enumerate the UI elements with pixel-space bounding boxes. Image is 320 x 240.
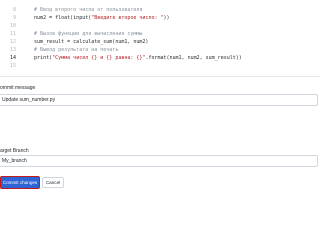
line-number: 11 <box>9 31 16 37</box>
line-number: 8 <box>12 7 16 13</box>
target-branch-label: arget Branch <box>0 148 29 154</box>
code-text: # Вызов функции для вычисления суммы <box>22 30 142 38</box>
code-token: sum_result = calculate_sum(num1, num2) <box>22 39 149 45</box>
line-number: 15 <box>9 63 16 69</box>
commit-message-input[interactable] <box>0 94 318 106</box>
commit-changes-button[interactable]: Commit changes <box>0 176 40 189</box>
line-number: 9 <box>12 15 16 21</box>
code-token: # Вывод результата на печать <box>22 47 119 53</box>
commit-message-label: ommit message <box>0 85 36 91</box>
line-number: 14 <box>9 55 16 61</box>
code-line: 8 # Ввод второго числа от пользователя <box>0 6 320 14</box>
code-editor[interactable]: 8 # Ввод второго числа от пользователя 9 … <box>0 0 320 76</box>
line-number: 13 <box>9 47 16 53</box>
code-line: 13 # Вывод результата на печать <box>0 46 320 54</box>
code-line: 10 <box>0 22 320 30</box>
target-branch-input[interactable] <box>0 155 318 167</box>
code-token: print( <box>22 55 53 61</box>
code-token: "Введите второе число: " <box>91 15 164 21</box>
code-token: )) <box>163 15 170 21</box>
code-text: sum_result = calculate_sum(num1, num2) <box>22 38 148 46</box>
code-token: # Вызов функции для вычисления суммы <box>22 31 143 37</box>
code-token: .format(num1, num2, sum_result)) <box>145 55 242 61</box>
code-text: # Вывод результата на печать <box>22 46 118 54</box>
code-token: "Сумма чисел {} и {} равна: {}" <box>52 55 146 61</box>
code-line: 15 <box>0 62 320 70</box>
code-token: # Ввод второго числа от пользователя <box>22 7 143 13</box>
code-text: num2 = float(input("Введите второе число… <box>22 14 170 22</box>
code-text: print("Сумма чисел {} и {} равна: {}".fo… <box>22 54 242 62</box>
code-text: # Ввод второго числа от пользователя <box>22 6 142 14</box>
line-number: 12 <box>9 39 16 45</box>
line-number: 10 <box>9 23 16 29</box>
code-line: 9 num2 = float(input("Введите второе чис… <box>0 14 320 22</box>
code-token: num2 = float(input( <box>22 15 92 21</box>
code-line: 11 # Вызов функции для вычисления суммы <box>0 30 320 38</box>
cancel-button[interactable]: Cancel <box>42 177 64 188</box>
code-line: 12 sum_result = calculate_sum(num1, num2… <box>0 38 320 46</box>
divider <box>0 76 320 77</box>
code-line: 14 print("Сумма чисел {} и {} равна: {}"… <box>0 54 320 62</box>
